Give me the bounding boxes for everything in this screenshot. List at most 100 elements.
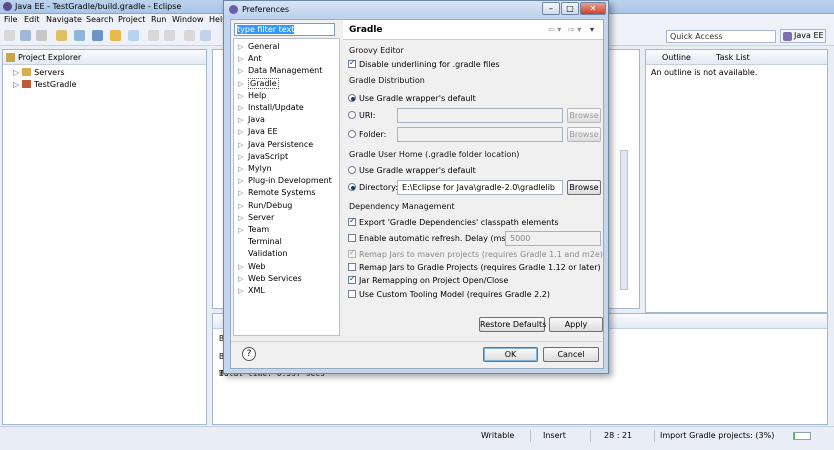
checkbox-icon[interactable] xyxy=(348,274,356,284)
pref-tree-item[interactable]: ▷ Web xyxy=(238,262,265,271)
menu-navigate[interactable]: Navigate xyxy=(46,15,82,24)
directory-browse-button[interactable]: Browse xyxy=(567,180,601,195)
expand-arrow-icon[interactable]: ▷ xyxy=(238,214,248,222)
pref-tree-item[interactable]: ▷ Mylyn xyxy=(238,164,272,173)
pref-tree-item[interactable]: ▷ XML xyxy=(238,286,265,295)
menu-project[interactable]: Project xyxy=(118,15,145,24)
open-type-icon[interactable] xyxy=(56,30,67,41)
custom-tooling-checkbox[interactable]: Use Custom Tooling Model (requires Gradl… xyxy=(348,290,550,299)
expand-arrow-icon[interactable]: ▷ xyxy=(238,202,248,210)
checkbox-icon[interactable] xyxy=(348,216,356,226)
tree-item-testgradle[interactable]: ▷ TestGradle xyxy=(13,80,77,89)
search-icon[interactable] xyxy=(110,30,121,41)
expand-arrow-icon[interactable]: ▷ xyxy=(13,68,19,77)
home-wrapper-radio[interactable]: Use Gradle wrapper's default xyxy=(348,166,476,175)
pref-tree-item[interactable]: ▷ Java xyxy=(238,115,265,124)
back-arrow-icon[interactable]: ⇦ ▾ xyxy=(548,25,561,34)
pref-tree-item[interactable]: ▷ Ant xyxy=(238,54,262,63)
export-deps-checkbox[interactable]: Export 'Gradle Dependencies' classpath e… xyxy=(348,216,559,227)
server-icon[interactable] xyxy=(74,30,85,41)
jar-remap-checkbox[interactable]: Jar Remapping on Project Open/Close xyxy=(348,274,508,285)
pref-tree-item[interactable]: ▷ Help xyxy=(238,91,266,100)
expand-arrow-icon[interactable]: ▷ xyxy=(238,275,248,283)
expand-arrow-icon[interactable]: ▷ xyxy=(238,55,248,63)
menu-dropdown-icon[interactable]: ▾ xyxy=(590,25,594,34)
menu-window[interactable]: Window xyxy=(172,15,204,24)
expand-arrow-icon[interactable]: ▷ xyxy=(238,263,248,271)
pref-tree-item[interactable]: Terminal xyxy=(238,237,282,246)
radio-icon[interactable] xyxy=(348,94,356,102)
dist-wrapper-radio[interactable]: Use Gradle wrapper's default xyxy=(348,94,476,103)
folder-browse-button[interactable]: Browse xyxy=(567,127,601,142)
expand-arrow-icon[interactable]: ▷ xyxy=(238,153,248,161)
radio-icon[interactable] xyxy=(348,166,356,174)
close-button[interactable]: ✕ xyxy=(580,2,606,15)
radio-icon[interactable] xyxy=(348,130,356,138)
ok-button[interactable]: OK xyxy=(483,347,538,362)
apply-button[interactable]: Apply xyxy=(549,317,603,332)
checkbox-icon[interactable] xyxy=(348,58,356,68)
expand-arrow-icon[interactable]: ▷ xyxy=(238,189,248,197)
dist-uri-radio[interactable]: URI: xyxy=(348,111,375,120)
remap-maven-checkbox[interactable]: Remap Jars to maven projects (requires G… xyxy=(348,248,603,259)
menu-search[interactable]: Search xyxy=(86,15,113,24)
pref-tree-item[interactable]: ▷ Plug-in Development xyxy=(238,176,332,185)
pref-tree-item[interactable]: ▷ Java Persistence xyxy=(238,140,313,149)
debug-icon[interactable] xyxy=(92,30,103,41)
save-icon[interactable] xyxy=(20,30,31,41)
disable-underlining-checkbox[interactable]: Disable underlining for .gradle files xyxy=(348,58,500,69)
tab-outline[interactable]: Outline xyxy=(662,53,691,62)
pref-tree-item[interactable]: ▷ General xyxy=(238,42,280,51)
checkbox-icon[interactable] xyxy=(348,248,356,258)
dist-folder-radio[interactable]: Folder: xyxy=(348,130,386,139)
expand-arrow-icon[interactable]: ▷ xyxy=(238,165,248,173)
filter-input[interactable]: type filter text xyxy=(234,23,335,36)
minimize-button[interactable]: – xyxy=(542,2,560,15)
folder-field[interactable] xyxy=(397,127,563,142)
pref-tree-item[interactable]: ▷ Data Management xyxy=(238,66,322,75)
pin-icon[interactable] xyxy=(184,30,195,41)
menu-file[interactable]: File xyxy=(4,15,17,24)
home-directory-radio[interactable]: Directory: xyxy=(348,183,398,192)
expand-arrow-icon[interactable]: ▷ xyxy=(238,80,248,88)
checkbox-icon[interactable] xyxy=(348,290,356,298)
expand-arrow-icon[interactable]: ▷ xyxy=(13,80,19,89)
radio-icon[interactable] xyxy=(348,183,356,191)
pref-tree-item[interactable]: ▷ Install/Update xyxy=(238,103,304,112)
more-icon[interactable] xyxy=(200,30,211,41)
pref-tree-item[interactable]: ▷ Web Services xyxy=(238,274,302,283)
remap-gradle-checkbox[interactable]: Remap Jars to Gradle Projects (requires … xyxy=(348,263,601,272)
uri-browse-button[interactable]: Browse xyxy=(567,108,601,123)
pref-tree-item[interactable]: ▷ Gradle xyxy=(238,77,279,89)
menu-run[interactable]: Run xyxy=(151,15,166,24)
editor-scrollbar[interactable] xyxy=(620,150,628,290)
directory-field[interactable]: E:\Eclipse for Java\gradle-2.0\gradlelib xyxy=(397,180,563,195)
cancel-button[interactable]: Cancel xyxy=(543,347,599,362)
perspective-java-ee[interactable]: Java EE xyxy=(780,29,826,43)
restore-defaults-button[interactable]: Restore Defaults xyxy=(479,317,546,332)
status-task[interactable]: Import Gradle projects: (3%) xyxy=(660,431,774,440)
expand-arrow-icon[interactable]: ▷ xyxy=(238,287,248,295)
back-icon[interactable] xyxy=(148,30,159,41)
expand-arrow-icon[interactable]: ▷ xyxy=(238,128,248,136)
forward-icon[interactable] xyxy=(164,30,175,41)
delay-field[interactable]: 5000 xyxy=(505,231,601,246)
uri-field[interactable] xyxy=(397,108,563,123)
expand-arrow-icon[interactable]: ▷ xyxy=(238,226,248,234)
maximize-button[interactable]: □ xyxy=(561,2,579,15)
tab-task-list[interactable]: Task List xyxy=(716,53,750,62)
menu-edit[interactable]: Edit xyxy=(24,15,40,24)
project-explorer-tab[interactable]: Project Explorer xyxy=(3,50,206,65)
pref-tree-item[interactable]: Validation xyxy=(238,249,288,258)
pref-tree-item[interactable]: ▷ Team xyxy=(238,225,269,234)
auto-refresh-checkbox[interactable]: Enable automatic refresh. Delay (ms) : xyxy=(348,234,514,243)
pref-tree-item[interactable]: ▷ Run/Debug xyxy=(238,201,292,210)
pref-tree-item[interactable]: ▷ JavaScript xyxy=(238,152,288,161)
expand-arrow-icon[interactable]: ▷ xyxy=(238,67,248,75)
expand-arrow-icon[interactable]: ▷ xyxy=(238,104,248,112)
forward-arrow-icon[interactable]: ⇨ ▾ xyxy=(568,25,581,34)
checkbox-icon[interactable] xyxy=(348,234,356,242)
expand-arrow-icon[interactable]: ▷ xyxy=(238,177,248,185)
pref-tree-item[interactable]: ▷ Java EE xyxy=(238,127,278,136)
checkbox-icon[interactable] xyxy=(348,263,356,271)
